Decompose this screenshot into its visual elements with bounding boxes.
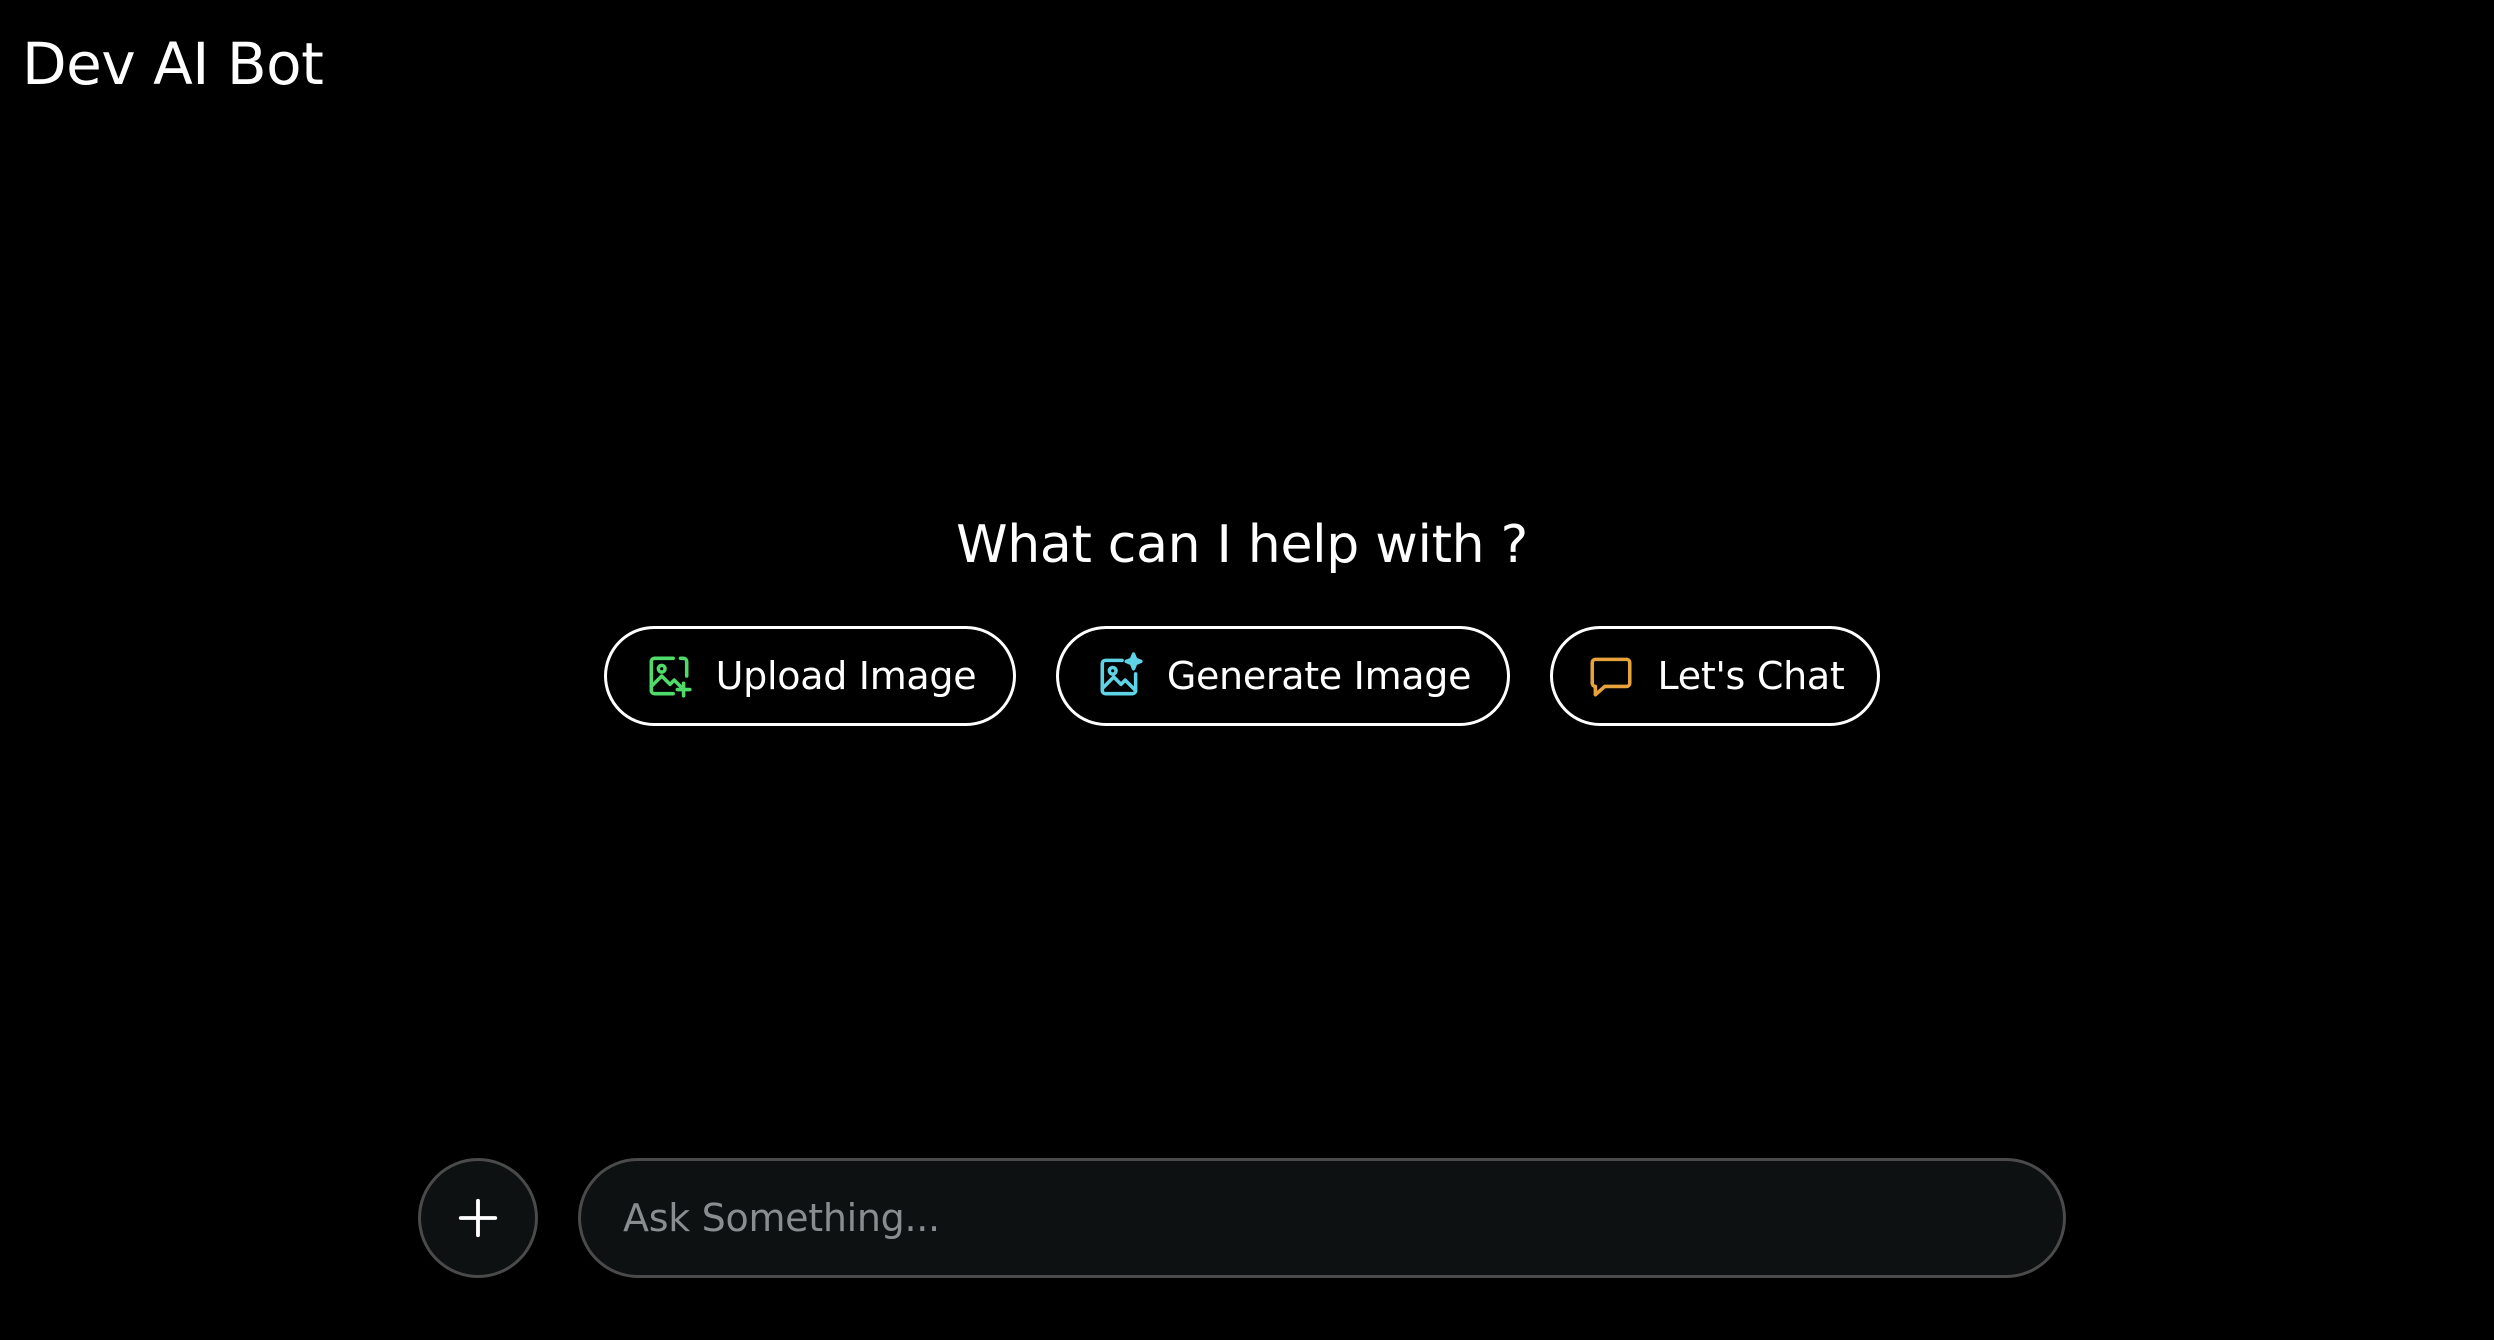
image-plus-icon	[644, 651, 694, 701]
upload-image-label: Upload Image	[715, 654, 977, 698]
ask-input-container[interactable]	[578, 1158, 2066, 1278]
upload-image-button[interactable]: Upload Image	[604, 626, 1016, 726]
image-sparkle-icon	[1095, 651, 1145, 701]
chat-bubble-icon	[1586, 651, 1636, 701]
add-attachment-button[interactable]	[418, 1158, 538, 1278]
lets-chat-button[interactable]: Let's Chat	[1550, 626, 1880, 726]
app-root: Dev AI Bot What can I help with ? Upload…	[0, 0, 2494, 1340]
ask-input[interactable]	[621, 1187, 2023, 1249]
prompt-heading: What can I help with ?	[956, 515, 1528, 575]
generate-image-label: Generate Image	[1166, 654, 1472, 698]
plus-icon	[455, 1195, 501, 1241]
generate-image-button[interactable]: Generate Image	[1056, 626, 1510, 726]
lets-chat-label: Let's Chat	[1657, 654, 1845, 698]
app-title: Dev AI Bot	[22, 30, 324, 98]
